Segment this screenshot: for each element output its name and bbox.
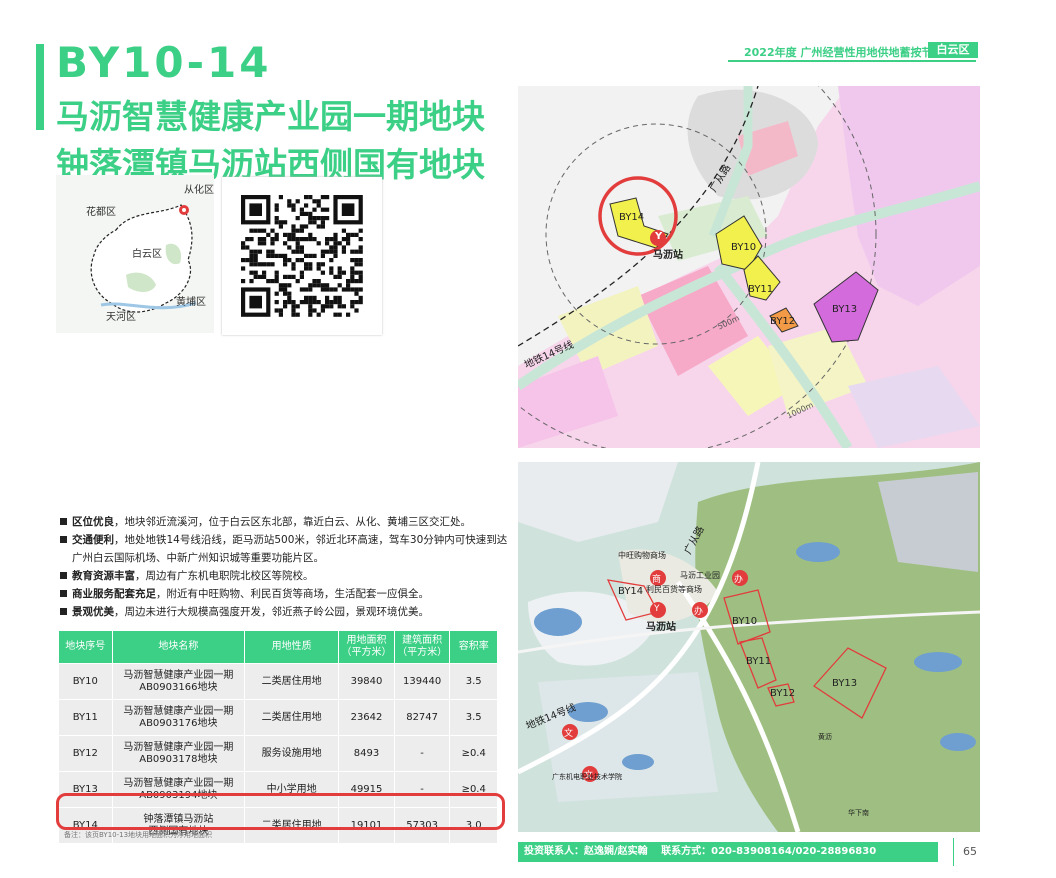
- loc-label-huangpu: 黄埔区: [176, 297, 206, 308]
- map2-icon-wen-1: 文: [564, 729, 574, 739]
- map1-label-by14: BY14: [619, 212, 645, 223]
- by14-highlight: [56, 793, 505, 830]
- loc-label-baiyun: 白云区: [132, 249, 162, 260]
- map2-label-college: 广东机电职业技术学院: [552, 773, 622, 781]
- loc-label-conghua: 从化区: [184, 185, 214, 196]
- map2-label-by13: BY13: [832, 678, 858, 689]
- cell-id: BY10: [58, 663, 113, 700]
- map2-label-dept: 利民百货等商场: [646, 585, 702, 594]
- title-line-1: 马沥智慧健康产业园一期地块: [56, 97, 485, 136]
- feature-item: 教育资源丰富，周边有广东机电职院北校区等院校。: [58, 567, 508, 585]
- map2-label-by14: BY14: [618, 586, 644, 597]
- feature-item: 商业服务配套充足，附近有中旺购物、利民百货等商场，生活配套一应俱全。: [58, 585, 508, 603]
- map2-label-huaxianan: 华下南: [848, 809, 869, 817]
- map1-label-by10: BY10: [731, 242, 757, 253]
- contact-person: 投资联系人：赵逸娴/赵实翰: [524, 846, 648, 857]
- table-header-row: 地块序号 地块名称 用地性质 用地面积 （平方米） 建筑面积 （平方米） 容积率: [58, 630, 498, 664]
- qr-code[interactable]: [222, 177, 382, 335]
- map2-label-by12: BY12: [770, 688, 796, 699]
- map1-metro-badge: Y: [655, 231, 663, 242]
- col-header-floor-area: 建筑面积 （平方米）: [393, 630, 451, 664]
- map1-label-by12: BY12: [770, 316, 796, 327]
- cell-area: 39840: [338, 663, 395, 700]
- header-accent-bar: [36, 44, 44, 130]
- feature-item: 景观优美，周边未进行大规模高强度开发，邻近燕子岭公园，景观环境优美。: [58, 603, 508, 621]
- footer-divider: [953, 838, 954, 866]
- page-number: 65: [963, 845, 977, 858]
- contact-phone: 联系方式：020-83908164/020-28896830: [661, 846, 877, 857]
- location-map: 从化区 花都区 白云区 黄埔区 天河区: [56, 175, 214, 333]
- map1-label-by11: BY11: [748, 284, 774, 295]
- plan-title: 2022年度 广州经营性用地供地蓄按节: [744, 46, 933, 59]
- map2-label-mall: 中旺购物商场: [618, 551, 666, 560]
- cell-far: 3.5: [449, 663, 498, 700]
- cell-name: 马沥智慧健康产业园一期 AB0903176地块: [111, 699, 246, 736]
- cell-far: ≥0.4: [449, 735, 498, 772]
- table-row: BY12 马沥智慧健康产业园一期 AB0903178地块 服务设施用地 8493- ≥0…: [58, 735, 498, 772]
- map1-label-by13: BY13: [832, 304, 858, 315]
- table-note: 备注：该页BY10-13地块用地面积为净用地面积: [64, 831, 213, 839]
- col-header-use: 用地性质: [244, 630, 340, 664]
- feature-item: 交通便利，地处地铁14号线沿线，距马沥站500米，邻近北环高速，驾车30分钟内可…: [58, 531, 508, 567]
- cell-area: 23642: [338, 699, 395, 736]
- map2-metro-badge: Y: [654, 604, 660, 614]
- map2-icon-shang: 商: [652, 575, 662, 585]
- planning-map-graphic: [518, 86, 980, 448]
- table-row: BY10 马沥智慧健康产业园一期 AB0903166地块 二类居住用地 39840 13…: [58, 663, 498, 700]
- table-row: BY11 马沥智慧健康产业园一期 AB0903176地块 二类居住用地 23642 82…: [58, 699, 498, 736]
- col-header-id: 地块序号: [58, 630, 113, 664]
- cell-far: 3.5: [449, 699, 498, 736]
- cell-floor-area: -: [393, 735, 451, 772]
- cell-use: 二类居住用地: [244, 663, 340, 700]
- col-header-far: 容积率: [449, 630, 498, 664]
- map2-label-park: 马沥工业园: [680, 571, 720, 580]
- header-rule: [728, 60, 976, 62]
- planning-map: BY14 Y 马沥站 BY10 BY11 BY12 BY13 地铁14号线 广从…: [518, 86, 980, 448]
- satellite-map: 中旺购物商场 利民百货等商场 马沥工业园 BY14 商 Y 办 办 文 文 马沥…: [518, 462, 980, 832]
- map2-label-by10: BY10: [732, 616, 758, 627]
- feature-item: 区位优良，地块邻近流溪河，位于白云区东北部，靠近白云、从化、黄埔三区交汇处。: [58, 513, 508, 531]
- district-tag: 白云区: [928, 42, 978, 58]
- cell-use: 服务设施用地: [244, 735, 340, 772]
- col-header-name: 地块名称: [111, 630, 246, 664]
- cell-name: 马沥智慧健康产业园一期 AB0903178地块: [111, 735, 246, 772]
- cell-name: 马沥智慧健康产业园一期 AB0903166地块: [111, 663, 246, 700]
- cell-id: BY11: [58, 699, 113, 736]
- qr-code-graphic: [241, 195, 363, 317]
- map2-label-huangli: 黄沥: [818, 733, 832, 741]
- cell-id: BY12: [58, 735, 113, 772]
- cell-use: 二类居住用地: [244, 699, 340, 736]
- map2-label-station: 马沥站: [646, 622, 676, 633]
- loc-label-huadu: 花都区: [86, 207, 116, 218]
- feature-list: 区位优良，地块邻近流溪河，位于白云区东北部，靠近白云、从化、黄埔三区交汇处。 交…: [58, 513, 508, 621]
- col-header-area: 用地面积 （平方米）: [338, 630, 395, 664]
- map1-label-station: 马沥站: [653, 250, 683, 261]
- map2-icon-ban-1: 办: [694, 607, 704, 617]
- plot-code: BY10-14: [56, 38, 272, 87]
- map2-label-by11: BY11: [746, 656, 772, 667]
- contact-bar: 投资联系人：赵逸娴/赵实翰 联系方式：020-83908164/020-2889…: [518, 842, 938, 862]
- loc-label-tianhe: 天河区: [106, 312, 136, 323]
- map2-icon-ban-2: 办: [734, 575, 744, 585]
- cell-floor-area: 139440: [393, 663, 451, 700]
- cell-area: 8493: [338, 735, 395, 772]
- cell-floor-area: 82747: [393, 699, 451, 736]
